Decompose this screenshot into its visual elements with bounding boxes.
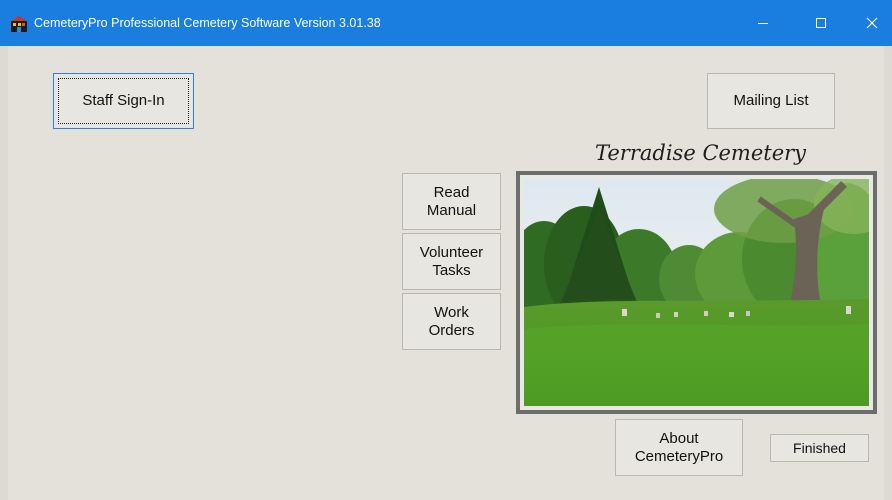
cemetery-photo <box>524 179 869 406</box>
volunteer-tasks-button[interactable]: Volunteer Tasks <box>402 233 501 290</box>
about-cemeterypro-button[interactable]: About CemeteryPro <box>615 419 743 476</box>
maximize-icon[interactable] <box>799 0 843 46</box>
staff-sign-in-button[interactable]: Staff Sign-In <box>53 73 194 129</box>
cemetery-name: Terradise Cemetery <box>595 141 807 165</box>
mailing-list-button[interactable]: Mailing List <box>707 73 835 129</box>
work-orders-button[interactable]: Work Orders <box>402 293 501 350</box>
finished-button[interactable]: Finished <box>770 434 869 462</box>
close-icon[interactable] <box>850 0 892 46</box>
staff-sign-in-label: Staff Sign-In <box>82 92 165 109</box>
minimize-icon[interactable] <box>741 0 785 46</box>
about-cemeterypro-label: About CemeteryPro <box>634 429 724 465</box>
read-manual-button[interactable]: Read Manual <box>402 173 501 230</box>
window-title: CemeteryPro Professional Cemetery Softwa… <box>34 16 381 30</box>
volunteer-tasks-label: Volunteer Tasks <box>419 243 484 279</box>
title-bar[interactable]: CemeteryPro Professional Cemetery Softwa… <box>0 0 892 46</box>
cemetery-photo-frame <box>516 171 877 414</box>
finished-label: Finished <box>793 440 846 456</box>
read-manual-label: Read Manual <box>426 183 477 219</box>
app-icon[interactable] <box>10 15 28 33</box>
mailing-list-label: Mailing List <box>733 92 809 109</box>
work-orders-label: Work Orders <box>428 303 475 339</box>
